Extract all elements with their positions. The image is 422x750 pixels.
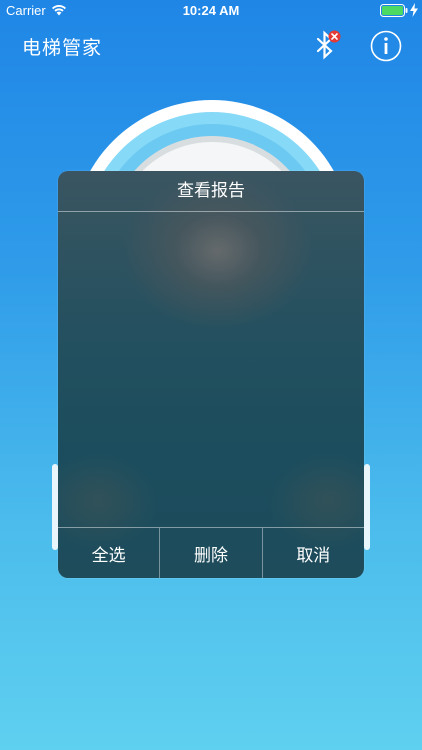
app-screen: Carrier 10:24 AM 电梯管家 查看报告 全选 删除 取消 [0,0,422,750]
status-time: 10:24 AM [182,3,240,18]
report-list[interactable] [58,212,364,527]
cancel-button[interactable]: 取消 [263,528,364,578]
dialog-title: 查看报告 [177,181,245,201]
select-all-button[interactable]: 全选 [58,528,161,578]
status-bar: Carrier 10:24 AM [0,0,422,22]
charging-bolt-icon [410,3,418,17]
bluetooth-disconnected-icon[interactable] [312,29,342,63]
right-slider-handle [364,464,370,550]
view-report-dialog: 查看报告 全选 删除 取消 [58,171,364,578]
battery-icon [380,4,408,17]
page-title: 电梯管家 [22,37,103,59]
info-icon[interactable] [370,30,402,62]
delete-button[interactable]: 删除 [160,528,263,578]
dialog-button-bar: 全选 删除 取消 [58,528,364,578]
